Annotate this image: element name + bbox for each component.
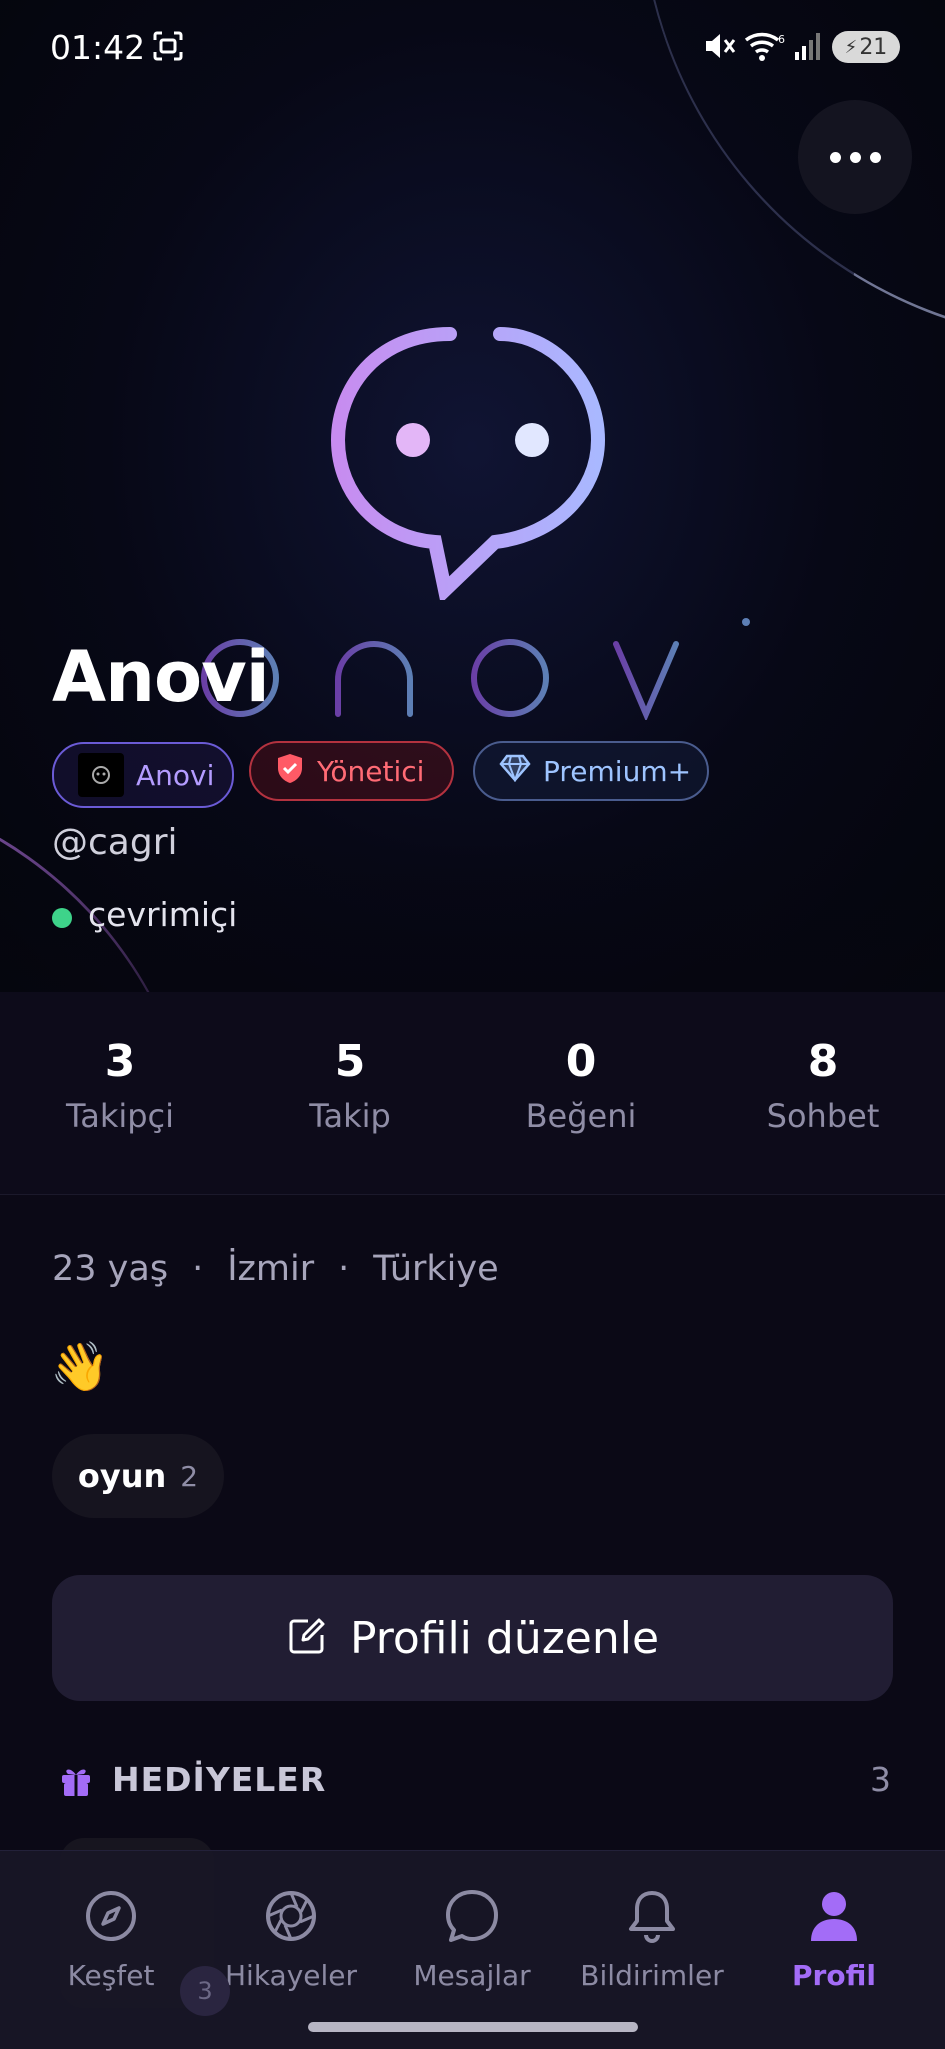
badge-label: Anovi [136,758,215,792]
profile-city: İzmir [227,1249,315,1289]
profile-age: 23 yaş [52,1249,169,1289]
bio-emoji: 👋 [50,1339,110,1395]
nav-item-stories[interactable]: Hikayeler [201,1885,381,1992]
home-indicator[interactable] [308,2022,638,2032]
stat-value: 8 [807,1036,839,1087]
stat-chats[interactable]: 8 Sohbet [713,1036,933,1135]
profile-country: Türkiye [373,1249,499,1289]
profile-handle: @cagri [52,822,178,863]
stat-likes[interactable]: 0 Beğeni [471,1036,691,1135]
nav-item-explore[interactable]: Keşfet [21,1885,201,1992]
stat-following[interactable]: 5 Takip [240,1036,460,1135]
stat-value: 5 [334,1036,366,1087]
badge-admin[interactable]: Yönetici [249,741,454,801]
more-options-button[interactable] [798,100,912,214]
bell-icon [562,1885,742,1947]
aperture-icon [201,1885,381,1947]
badge-label: Premium+ [543,754,692,788]
signal-icon [792,26,824,66]
stat-label: Beğeni [525,1097,637,1135]
svg-text:6: 6 [778,33,785,46]
compass-icon [21,1885,201,1947]
nav-badge: 3 [180,1966,230,2016]
interest-count: 2 [180,1459,199,1493]
wifi-icon: 6 [744,26,786,66]
diamond-icon [499,754,531,789]
stat-label: Takipçi [65,1097,175,1135]
gifts-count: 3 [870,1760,891,1799]
nav-item-notifications[interactable]: Bildirimler [562,1885,742,1992]
edit-profile-label: Profili düzenle [349,1612,660,1664]
stat-label: Takip [309,1097,391,1135]
stat-followers[interactable]: 3 Takipçi [10,1036,230,1135]
profile-info-line: 23 yaş · İzmir · Türkiye [52,1249,499,1289]
anovi-mini-icon [78,753,124,797]
nav-label: Mesajlar [413,1959,531,1992]
online-status-dot [52,908,72,928]
status-time: 01:42 [50,28,146,67]
user-icon [744,1885,924,1947]
nav-label: Keşfet [67,1959,155,1992]
stat-value: 0 [565,1036,597,1087]
edit-profile-button[interactable]: Profili düzenle [52,1575,893,1701]
shield-check-icon [275,752,305,791]
stat-label: Sohbet [766,1097,880,1135]
profile-display-name: Anovi [52,636,270,718]
online-status-text: çevrimiçi [88,895,238,934]
mute-icon [700,26,740,66]
screenshot-icon [150,26,186,66]
anovi-logo-icon [320,320,620,604]
edit-icon [286,1615,328,1661]
anovi-wordmark [200,610,760,724]
badge-premium[interactable]: Premium+ [473,741,709,801]
badge-label: Yönetici [317,754,425,788]
gifts-section-title: HEDİYELER [112,1760,327,1799]
chat-bubble-icon [382,1885,562,1947]
gift-icon [58,1762,94,1802]
battery-icon: ⚡ 21 [832,31,900,63]
interest-tag[interactable]: oyun 2 [52,1434,224,1518]
interest-label: oyun [77,1457,167,1495]
nav-label: Profil [792,1959,876,1992]
nav-label: Bildirimler [580,1959,724,1992]
nav-item-profile[interactable]: Profil [744,1885,924,1992]
stat-value: 3 [104,1036,136,1087]
nav-item-messages[interactable]: Mesajlar [382,1885,562,1992]
badge-anovi[interactable]: Anovi [52,742,234,808]
